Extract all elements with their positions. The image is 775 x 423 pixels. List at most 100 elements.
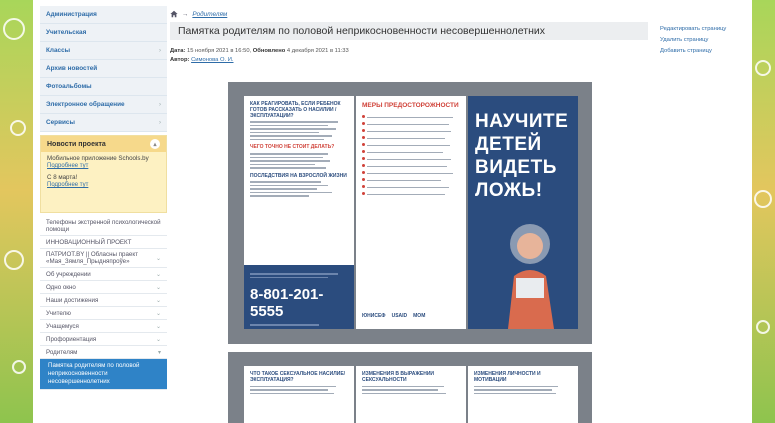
sidebar-item-label: Архив новостей [46,65,98,72]
chevron-right-icon: › [159,119,161,126]
breadcrumb: → Родителям [170,10,648,18]
chevron-down-icon: ⌄ [155,271,161,278]
sidebar-item-label: Телефоны экстренной психологической помо… [46,219,161,233]
sidebar-item-label: Электронное обращение [46,101,125,108]
sidebar-item-label: Учителю [46,309,71,317]
sidebar-item-label: Об учреждении [46,270,91,278]
sidebar-item-label: Администрация [46,11,97,18]
sidebar-item[interactable]: Электронное обращение › [40,96,167,114]
usaid-logo: USAID [391,313,408,319]
news-item-text: Мобильное приложение Schools.by [47,155,149,162]
sidebar-item[interactable]: Классы › [40,42,167,60]
delete-page-link[interactable]: Удалить страницу [660,35,726,46]
chevron-right-icon: › [159,47,161,54]
sidebar-item-label: Сервисы [46,119,75,126]
news-item-link[interactable]: Подробнее тут [47,182,160,188]
document-image-page-2: ЧТО ТАКОЕ СЕКСУАЛЬНОЕ НАСИЛИЕ/ЭКСПЛУАТАЦ… [228,352,592,423]
sidebar-item[interactable]: Фотоальбомы [40,78,167,96]
page-title-bar: Памятка родителям по половой неприкоснов… [170,22,648,40]
poster2-heading-1: ЧТО ТАКОЕ СЕКСУАЛЬНОЕ НАСИЛИЕ/ЭКСПЛУАТАЦ… [250,371,346,383]
sidebar-secondary-menu: Телефоны экстренной психологической помо… [40,217,167,359]
breadcrumb-link-parents[interactable]: Родителям [192,11,227,18]
chevron-down-icon: ▾ [157,349,161,356]
sidebar-item-label: Учительская [46,29,87,36]
sidebar-item[interactable]: Архив новостей [40,60,167,78]
home-icon[interactable] [170,10,178,18]
chevron-down-icon: ⌄ [155,297,161,304]
sidebar-item-label: Одно окно [46,283,76,291]
project-news-title: Новости проекта [47,140,106,148]
poster-panel-advice: КАК РЕАГИРОВАТЬ, ЕСЛИ РЕБЕНОК ГОТОВ РАСС… [244,96,354,329]
poster-heading-consequences: ПОСЛЕДСТВИЯ НА ВЗРОСЛОЙ ЖИЗНИ [250,172,347,179]
decorative-right-border [752,0,775,423]
sidebar-secondary-item[interactable]: Об учреждении ⌄ [40,268,167,281]
astronaut-child-illustration [508,224,554,329]
updated-label: Обновлено [252,48,286,54]
sidebar-item-label: Профориентация [46,335,97,343]
author-label: Автор: [170,56,190,63]
sidebar-item[interactable]: Администрация [40,6,167,24]
updated-value: 4 декабря 2021 в 11:33 [286,48,349,54]
edit-page-link[interactable]: Редактировать страницу [660,24,726,35]
chevron-down-icon: ⌄ [155,336,161,343]
poster2-heading-3: ИЗМЕНЕНИЯ ЛИЧНОСТИ И МОТИВАЦИИ [474,371,541,383]
sidebar-secondary-item[interactable]: Телефоны экстренной психологической помо… [40,217,167,236]
project-news-widget: Новости проекта ▴ Мобильное приложение S… [40,135,167,213]
sidebar-item[interactable]: Учительская [40,24,167,42]
sidebar-item-label: Родителям [46,348,78,356]
page-title: Памятка родителям по половой неприкоснов… [178,25,545,37]
sidebar-secondary-item[interactable]: Одно окно ⌄ [40,281,167,294]
poster-logos: ЮНИСЕФ USAID МОМ [362,313,425,319]
author-link[interactable]: Симонова О. И. [191,57,233,63]
chevron-down-icon: ⌄ [155,284,161,291]
poster-hotline-block: 8-801-201-5555 [244,265,354,329]
sidebar-item-label: ПАТРИОТ.BY || Обласны праект «Мая_Зямля_… [46,251,138,265]
unicef-logo: ЮНИСЕФ [362,313,386,319]
poster-heading-caution: МЕРЫ ПРЕДОСТОРОЖНОСТИ [362,102,459,109]
breadcrumb-arrow: → [182,10,189,18]
poster-panel-caution: МЕРЫ ПРЕДОСТОРОЖНОСТИ ЮНИСЕФ USAID МОМ [356,96,466,329]
poster-heading-not: ЧЕГО ТОЧНО НЕ СТОИТ ДЕЛАТЬ? [250,144,335,151]
news-item-text: С 8 марта! [47,174,78,181]
chevron-down-icon: ⌄ [155,310,161,317]
news-item-link[interactable]: Подробнее тут [47,163,160,169]
poster2-panel-2: ИЗМЕНЕНИЯ В ВЫРАЖЕНИИ СЕКСУАЛЬНОСТИ [356,366,466,423]
project-news-header[interactable]: Новости проекта ▴ [41,136,166,152]
page-meta: Дата: 15 ноября 2021 в 16:50, Обновлено … [170,47,648,65]
sidebar-secondary-item[interactable]: ИННОВАЦИОННЫЙ ПРОЕКТ [40,236,167,249]
main-content: → Родителям Памятка родителям по половой… [170,10,648,65]
date-label: Дата: [170,48,186,54]
sidebar-secondary-item[interactable]: Наши достижения ⌄ [40,294,167,307]
poster2-panel-1: ЧТО ТАКОЕ СЕКСУАЛЬНОЕ НАСИЛИЕ/ЭКСПЛУАТАЦ… [244,366,354,423]
poster-headline: НАУЧИТЕ ДЕТЕЙ ВИДЕТЬ ЛОЖЬ! [475,111,569,201]
page-actions: Редактировать страницу Удалить страницу … [660,24,726,57]
chevron-down-icon: ⌄ [155,255,161,262]
poster2-panel-3: ИЗМЕНЕНИЯ ЛИЧНОСТИ И МОТИВАЦИИ [468,366,578,423]
collapse-icon[interactable]: ▴ [150,139,160,149]
sidebar: Администрация Учительская Классы › Архив нов… [40,6,167,423]
sidebar-secondary-item[interactable]: Учителю ⌄ [40,307,167,320]
iom-logo: МОМ [413,313,426,319]
sidebar-item-active-page[interactable]: Памятка родителям по половой неприкоснов… [40,359,167,391]
sidebar-item-label: Классы [46,47,71,54]
sidebar-item-label: Учащемуся [46,322,79,330]
sidebar-item-label: Наши достижения [46,296,99,304]
poster2-heading-2: ИЗМЕНЕНИЯ В ВЫРАЖЕНИИ СЕКСУАЛЬНОСТИ [362,371,435,383]
sidebar-secondary-item[interactable]: Профориентация ⌄ [40,333,167,346]
poster-panel-cover: НАУЧИТЕ ДЕТЕЙ ВИДЕТЬ ЛОЖЬ! [468,96,578,329]
poster-heading-how: КАК РЕАГИРОВАТЬ, ЕСЛИ РЕБЕНОК ГОТОВ РАСС… [250,101,341,119]
document-image-page-1: КАК РЕАГИРОВАТЬ, ЕСЛИ РЕБЕНОК ГОТОВ РАСС… [228,82,592,344]
sidebar-item-label: ИННОВАЦИОННЫЙ ПРОЕКТ [46,238,132,246]
sidebar-secondary-item[interactable]: ПАТРИОТ.BY || Обласны праект «Мая_Зямля_… [40,249,167,268]
sidebar-item-label: Фотоальбомы [46,83,92,90]
sidebar-secondary-item[interactable]: Родителям ▾ [40,346,167,359]
sidebar-item[interactable]: Сервисы › [40,114,167,132]
chevron-right-icon: › [159,101,161,108]
sidebar-secondary-item[interactable]: Учащемуся ⌄ [40,320,167,333]
news-item: С 8 марта! Подробнее тут [41,171,166,190]
decorative-left-border [0,0,33,423]
date-value: 15 ноября 2021 в 16:50, [186,48,252,54]
sidebar-menu: Администрация Учительская Классы › Архив нов… [40,6,167,132]
poster-phone: 8-801-201-5555 [250,286,324,320]
add-page-link[interactable]: Добавить страницу [660,46,726,57]
